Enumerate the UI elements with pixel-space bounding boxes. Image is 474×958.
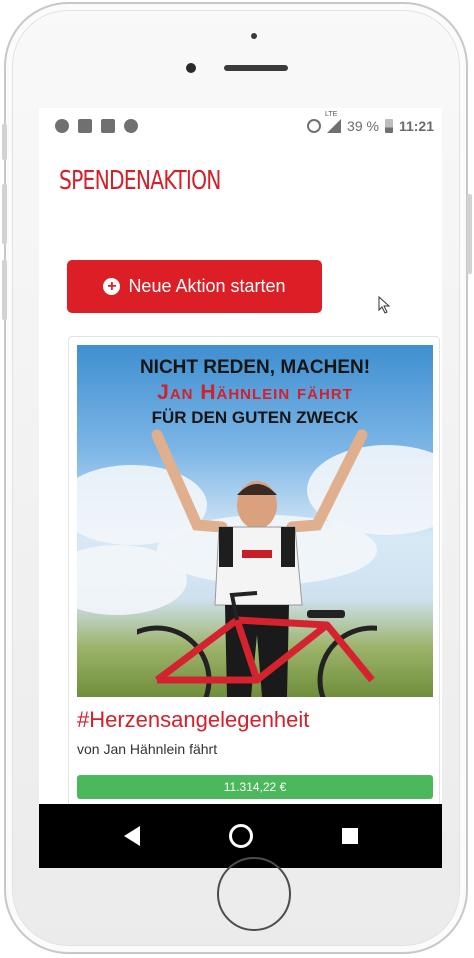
donation-progress-bar: 11.314,22 € bbox=[77, 775, 433, 799]
campaign-author: von Jan Hähnlein fährt bbox=[77, 741, 218, 757]
volume-down-button bbox=[2, 260, 7, 320]
plus-circle-icon: + bbox=[103, 278, 121, 295]
campaign-card[interactable]: NICHT REDEN, MACHEN! Jan Hähnlein fährt … bbox=[68, 336, 440, 804]
campaign-image-headline: NICHT REDEN, MACHEN! bbox=[139, 357, 371, 378]
new-action-button[interactable]: + Neue Aktion starten bbox=[67, 260, 322, 313]
campaign-title[interactable]: #Herzensangelegenheit bbox=[77, 707, 309, 733]
donation-progress-fill: 11.314,22 € bbox=[77, 775, 433, 799]
status-bar: LTE 39 % 11:21 bbox=[39, 108, 442, 144]
battery-icon bbox=[384, 119, 393, 133]
power-button bbox=[467, 194, 472, 274]
phone-screen: LTE 39 % 11:21 SPENDENAKTION + Neue Akti… bbox=[39, 108, 442, 804]
mute-switch bbox=[2, 124, 7, 160]
status-left-icons bbox=[55, 119, 138, 133]
status-right: LTE 39 % 11:21 bbox=[307, 111, 434, 134]
clock: 11:21 bbox=[398, 118, 434, 134]
lte-signal-icon: LTE bbox=[325, 111, 342, 133]
image-icon bbox=[78, 119, 92, 133]
cyclist-figure bbox=[137, 429, 377, 697]
campaign-image-name: Jan Hähnlein fährt bbox=[157, 381, 353, 404]
alarm-icon bbox=[307, 119, 322, 133]
new-action-label: Neue Aktion starten bbox=[128, 276, 286, 296]
campaign-image[interactable]: NICHT REDEN, MACHEN! Jan Hähnlein fährt … bbox=[77, 345, 433, 697]
app-icon bbox=[124, 119, 138, 133]
front-camera bbox=[186, 63, 196, 73]
campaign-image-subline: FÜR DEN GUTEN ZWECK bbox=[151, 408, 359, 427]
recent-apps-icon[interactable] bbox=[341, 828, 358, 844]
volume-up-button bbox=[2, 184, 7, 244]
proximity-sensor bbox=[251, 33, 257, 39]
lte-label: LTE bbox=[325, 111, 338, 118]
back-icon[interactable] bbox=[123, 826, 140, 846]
home-button[interactable] bbox=[217, 857, 291, 931]
news-icon bbox=[101, 119, 115, 133]
earpiece-speaker bbox=[224, 65, 288, 71]
home-icon[interactable] bbox=[228, 824, 253, 848]
battery-percent: 39 % bbox=[347, 118, 379, 134]
minus-circle-icon bbox=[55, 119, 69, 133]
mouse-cursor-icon bbox=[378, 296, 391, 314]
donation-amount: 11.314,22 € bbox=[223, 780, 287, 794]
brand-logo[interactable]: SPENDENAKTION bbox=[59, 166, 358, 196]
